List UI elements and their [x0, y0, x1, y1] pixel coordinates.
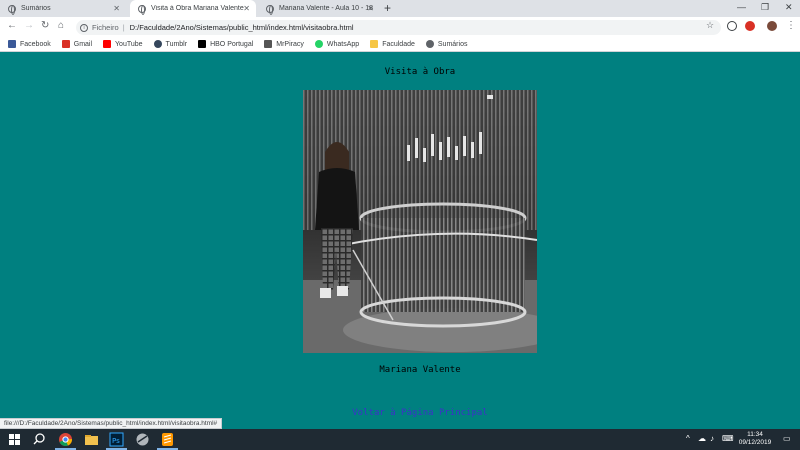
clock-time: 11:34	[747, 431, 763, 438]
bookmark-star-icon[interactable]: ☆	[706, 20, 714, 31]
tab-sumarios[interactable]: Sumários ✕	[0, 0, 126, 17]
scheme-label: Ficheiro	[92, 23, 119, 32]
extension-icon[interactable]	[745, 21, 755, 31]
close-window-icon[interactable]: ✕	[785, 2, 793, 13]
avatar[interactable]	[767, 21, 777, 31]
facebook-icon	[8, 40, 16, 48]
windows-taskbar: Ps ^ ☁ ♪ ⌨ 11:34 09/12/2019 ▭	[0, 429, 800, 450]
home-icon[interactable]: ⌂	[58, 20, 64, 32]
gmail-icon	[61, 40, 70, 48]
bookmark-mrpiracy[interactable]: MrPiracy	[264, 40, 304, 48]
tumblr-icon	[153, 40, 162, 48]
close-icon[interactable]: ✕	[243, 4, 250, 13]
file-explorer-icon[interactable]	[84, 432, 99, 447]
new-tab-button[interactable]: +	[384, 1, 391, 15]
bookmark-hbo[interactable]: HBO Portugal	[198, 40, 253, 48]
tab-aula[interactable]: Mariana Valente - Aula 10 - 18 d ✕	[258, 0, 380, 17]
info-icon[interactable]: i	[80, 23, 88, 32]
bookmark-faculdade[interactable]: Faculdade	[370, 40, 415, 48]
separator: |	[122, 23, 125, 32]
clock-date: 09/12/2019	[738, 439, 772, 446]
page-title: Visita à Obra	[384, 67, 456, 77]
bookmark-facebook[interactable]: Facebook	[8, 40, 51, 48]
app-icon[interactable]	[135, 432, 150, 447]
status-url-tooltip: file:///D:/Faculdade/2Ano/Sistemas/publi…	[0, 418, 223, 429]
photoshop-icon[interactable]: Ps	[109, 432, 124, 447]
tab-strip: Sumários ✕ Visita à Obra Mariana Valente…	[0, 0, 800, 17]
maximize-icon[interactable]: ❐	[761, 2, 769, 13]
chevron-up-icon[interactable]: ^	[686, 434, 690, 443]
bookmark-whatsapp[interactable]: WhatsApp	[314, 40, 359, 48]
bookmark-gmail[interactable]: Gmail	[61, 40, 92, 48]
extension-icon[interactable]	[727, 21, 737, 31]
minimize-icon[interactable]: —	[737, 2, 746, 12]
tab-title: Mariana Valente - Aula 10 - 18 d	[279, 5, 375, 12]
tab-title: Sumários	[21, 5, 51, 12]
windows-start-icon[interactable]	[7, 432, 22, 447]
notifications-icon[interactable]: ▭	[783, 434, 791, 443]
sublime-text-icon[interactable]	[160, 432, 175, 447]
system-clock[interactable]: 11:34 09/12/2019	[735, 431, 775, 447]
photo	[303, 90, 537, 353]
folder-icon	[370, 40, 379, 48]
forward-arrow-icon[interactable]: →	[24, 20, 34, 32]
reload-icon[interactable]: ↻	[41, 20, 49, 32]
network-icon[interactable]: ☁	[698, 434, 706, 443]
address-bar[interactable]: i Ficheiro | D:/Faculdade/2Ano/Sistemas/…	[76, 20, 721, 35]
globe-icon	[138, 4, 146, 15]
mrpiracy-icon	[264, 40, 273, 48]
close-icon[interactable]: ✕	[367, 4, 374, 13]
bookmarks-bar: Facebook Gmail YouTube Tumblr HBO Portug…	[0, 37, 800, 52]
page-content: Visita à Obra Mariana Valente Voltar à P…	[0, 53, 800, 429]
menu-icon[interactable]: ⋮	[786, 20, 796, 32]
globe-icon	[8, 4, 16, 15]
url-text[interactable]: D:/Faculdade/2Ano/Sistemas/public_html/i…	[130, 23, 354, 32]
bookmark-youtube[interactable]: YouTube	[103, 40, 143, 48]
tab-title: Visita à Obra Mariana Valente	[151, 5, 244, 12]
globe-icon	[425, 40, 434, 48]
back-arrow-icon[interactable]: ←	[7, 20, 17, 32]
tab-visita-obra[interactable]: Visita à Obra Mariana Valente ✕	[130, 0, 256, 17]
close-icon[interactable]: ✕	[113, 4, 120, 13]
back-to-home-link[interactable]: Voltar à Página Principal	[0, 408, 800, 418]
photo-illustration	[303, 90, 537, 353]
whatsapp-icon	[314, 40, 323, 48]
svg-text:Ps: Ps	[112, 437, 120, 445]
bookmark-tumblr[interactable]: Tumblr	[153, 40, 187, 48]
volume-icon[interactable]: ♪	[710, 434, 714, 443]
search-icon[interactable]	[32, 432, 47, 447]
youtube-icon	[103, 40, 112, 48]
globe-icon	[266, 4, 274, 15]
bookmark-sumarios[interactable]: Sumários	[425, 40, 467, 48]
chrome-icon[interactable]	[58, 432, 73, 447]
photo-caption: Mariana Valente	[379, 365, 461, 375]
keyboard-icon[interactable]: ⌨	[722, 434, 734, 443]
browser-toolbar: ← → ↻ ⌂ i Ficheiro | D:/Faculdade/2Ano/S…	[0, 17, 800, 37]
hbo-icon	[198, 40, 207, 48]
